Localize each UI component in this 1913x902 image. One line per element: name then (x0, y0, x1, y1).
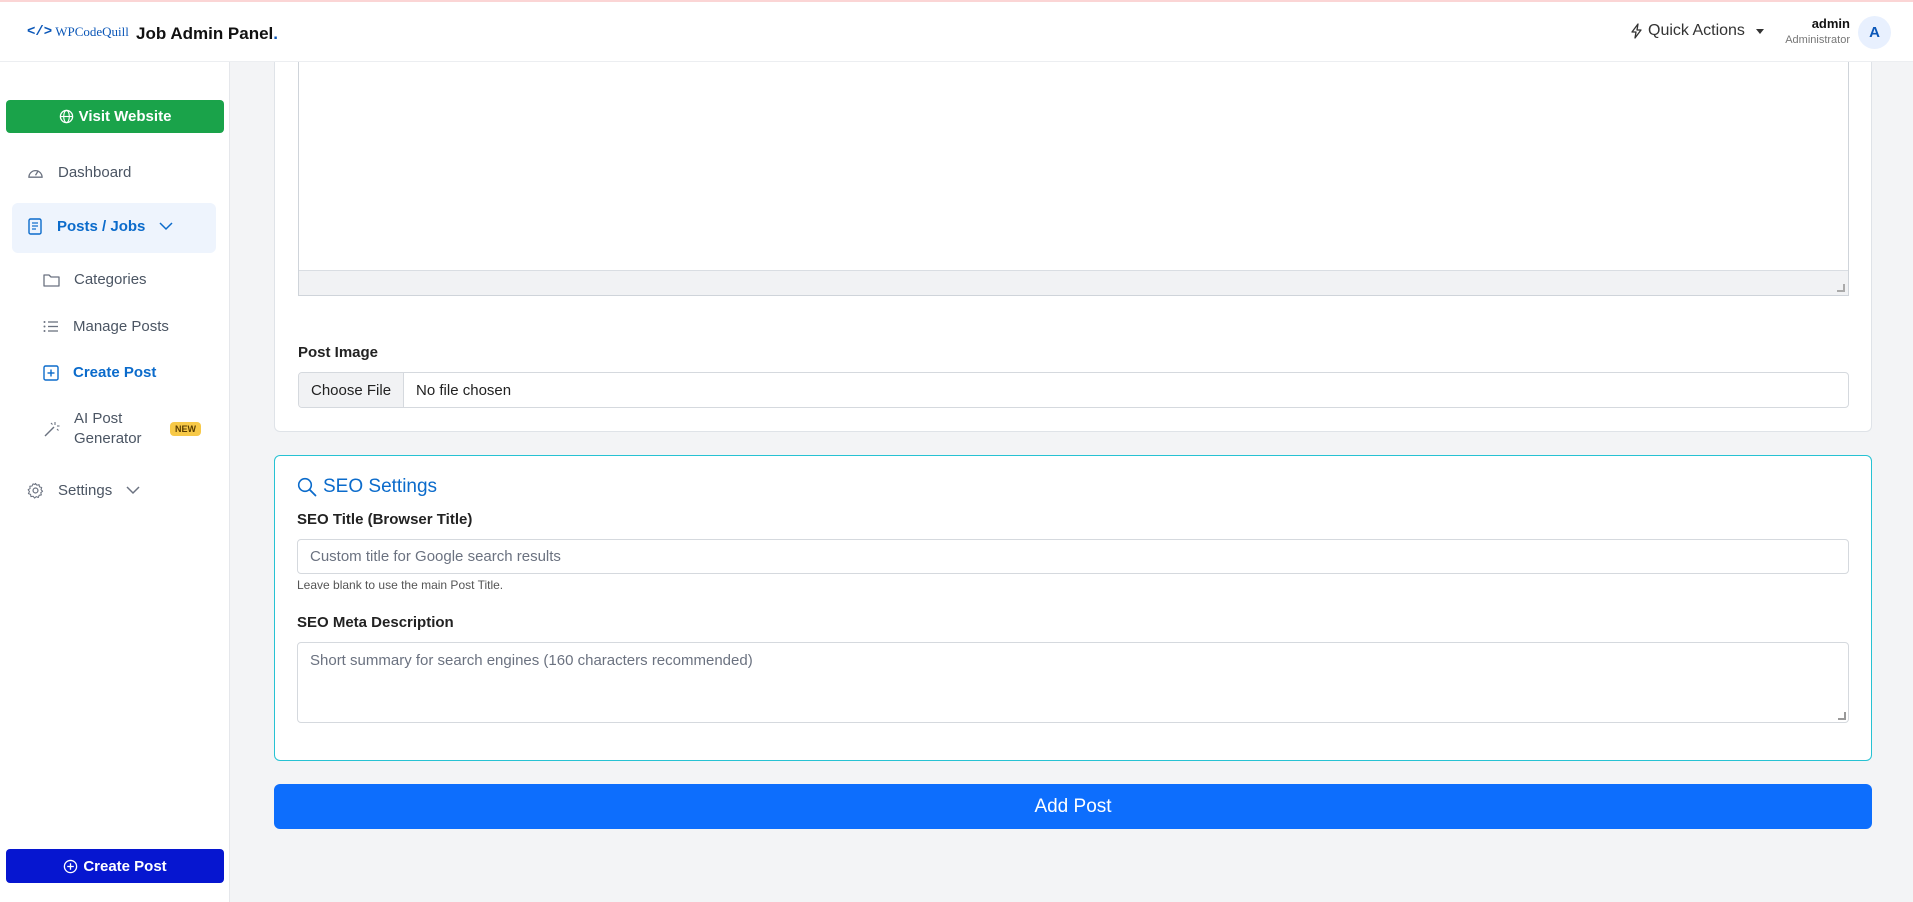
user-name: admin (1811, 16, 1850, 31)
create-post-sidebar-button[interactable]: Create Post (6, 849, 224, 883)
app-title-text: Job Admin Panel (136, 24, 274, 43)
top-bar: </> WPCodeQuill Job Admin Panel. Quick A… (0, 0, 1913, 62)
seo-title-label: SEO Title (Browser Title) (297, 511, 473, 528)
visit-website-button[interactable]: Visit Website (6, 100, 224, 133)
caret-down-icon (1755, 28, 1764, 34)
sidebar-item-label: AI Post (74, 410, 123, 427)
chevron-down-icon (126, 486, 140, 495)
seo-meta-label: SEO Meta Description (297, 614, 454, 631)
folder-icon (43, 273, 60, 287)
sidebar-item-create-post[interactable]: Create Post (43, 364, 156, 381)
sidebar-item-label-line2: Generator (74, 430, 142, 447)
sidebar-item-manage-posts[interactable]: Manage Posts (43, 318, 169, 335)
post-form-card: Post Image Choose File No file chosen (274, 62, 1872, 432)
seo-heading-text: SEO Settings (323, 476, 438, 497)
seo-meta-placeholder: Short summary for search engines (160 ch… (310, 652, 753, 669)
sidebar-item-categories[interactable]: Categories (43, 271, 147, 288)
gear-icon (27, 482, 44, 499)
ai-post-generator-label: AI Post Generator (74, 409, 156, 449)
lightning-icon (1631, 23, 1642, 39)
file-status: No file chosen (416, 381, 512, 399)
sidebar-item-settings[interactable]: Settings (27, 482, 140, 499)
app-title: Job Admin Panel. (136, 24, 278, 44)
plus-circle-icon (64, 859, 78, 873)
sidebar-item-label: Dashboard (58, 164, 132, 181)
sidebar-item-posts-jobs[interactable]: Posts / Jobs (27, 218, 173, 235)
post-image-label: Post Image (298, 344, 379, 361)
sidebar-item-label: Posts / Jobs (57, 218, 146, 235)
resize-handle[interactable] (1838, 712, 1846, 720)
magic-wand-icon (44, 421, 60, 436)
editor-status-bar (299, 270, 1848, 295)
user-role: Administrator (1785, 34, 1850, 46)
chevron-down-icon (159, 222, 173, 231)
user-info[interactable]: admin Administrator (1785, 16, 1850, 46)
seo-settings-card: SEO Settings SEO Title (Browser Title) C… (274, 455, 1872, 761)
content-editor[interactable] (298, 62, 1849, 296)
quick-actions-label: Quick Actions (1648, 22, 1745, 39)
add-post-button[interactable]: Add Post (274, 784, 1872, 829)
visit-website-label: Visit Website (78, 108, 172, 125)
seo-heading: SEO Settings (297, 476, 437, 498)
logo-text: WPCodeQuill (55, 24, 129, 39)
post-image-file-input[interactable]: Choose File No file chosen (298, 372, 1849, 408)
seo-title-input[interactable]: Custom title for Google search results (297, 539, 1849, 574)
choose-file-button[interactable]: Choose File (299, 373, 405, 407)
quick-actions-dropdown[interactable]: Quick Actions (1630, 22, 1764, 40)
code-icon: </> (27, 24, 53, 40)
sidebar-item-dashboard[interactable]: Dashboard (27, 164, 131, 181)
sidebar-item-label: Create Post (73, 364, 157, 381)
brand-logo[interactable]: </> WPCodeQuill (27, 24, 129, 40)
resize-handle[interactable] (1837, 284, 1845, 292)
globe-icon (59, 109, 73, 124)
gauge-icon (28, 169, 43, 178)
new-badge: NEW (170, 422, 201, 436)
sidebar-item-label: Settings (58, 482, 113, 499)
sidebar-item-ai-post-generator[interactable]: AI Post Generator NEW (43, 409, 201, 449)
seo-title-placeholder: Custom title for Google search results (310, 548, 561, 565)
create-post-label: Create Post (83, 857, 167, 875)
search-icon (297, 477, 317, 497)
plus-square-icon (43, 364, 59, 381)
sidebar: Visit Website Dashboard Posts / Jobs Cat… (0, 62, 230, 902)
app-title-dot: . (273, 24, 279, 43)
avatar[interactable]: A (1858, 16, 1891, 49)
sidebar-item-label: Categories (74, 271, 147, 288)
seo-title-hint: Leave blank to use the main Post Title. (297, 578, 504, 592)
document-icon (28, 218, 42, 235)
sidebar-item-label: Manage Posts (73, 318, 169, 335)
seo-meta-textarea[interactable]: Short summary for search engines (160 ch… (297, 642, 1849, 723)
list-icon (43, 321, 58, 332)
